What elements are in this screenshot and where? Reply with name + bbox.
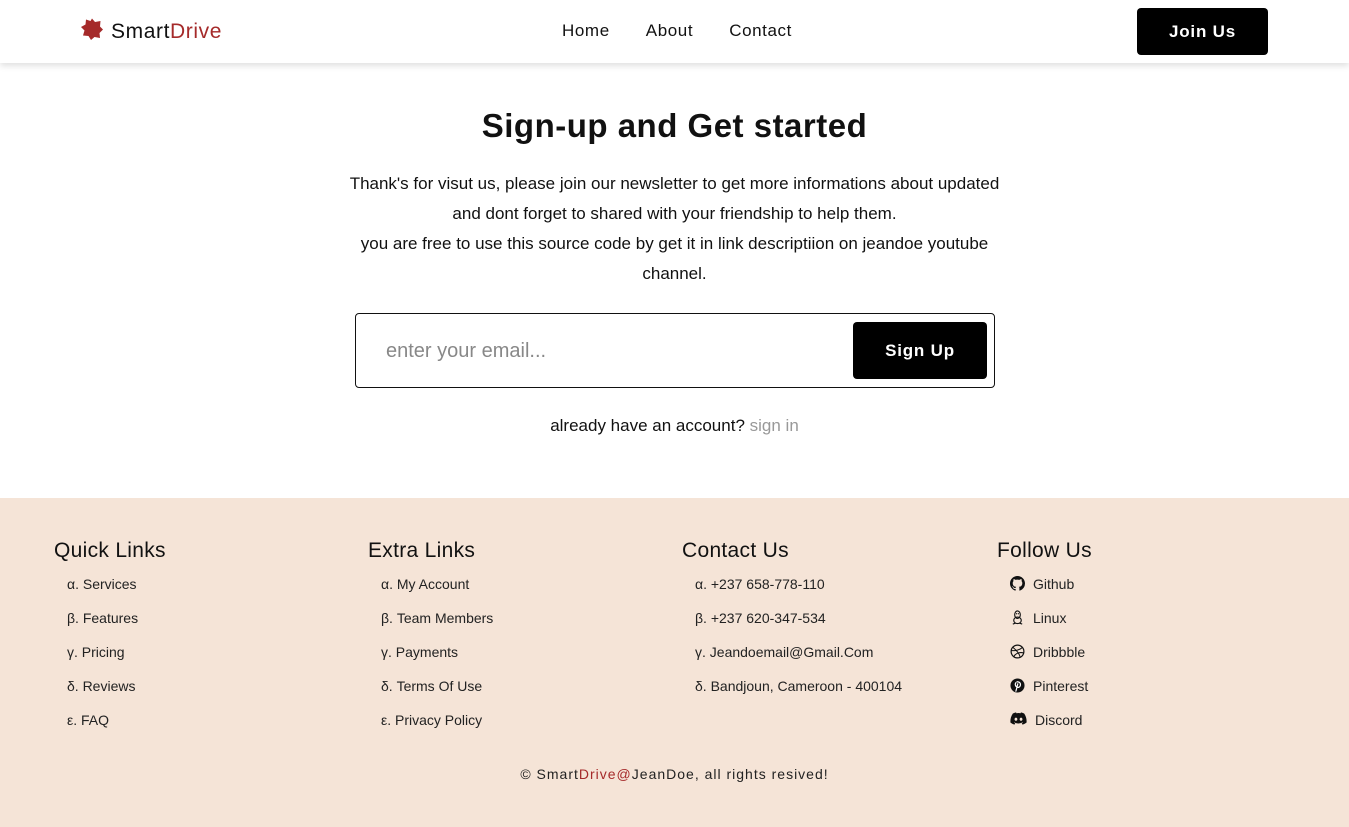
linux-icon — [1010, 610, 1026, 626]
main-nav: Home About Contact — [562, 21, 828, 41]
account-text: already have an account? — [550, 416, 745, 435]
follow-pinterest[interactable]: Pinterest — [1010, 678, 1092, 712]
follow-linux[interactable]: Linux — [1010, 610, 1092, 644]
follow-discord[interactable]: Discord — [1010, 712, 1092, 746]
contact-heading: Contact Us — [682, 539, 789, 562]
extra-link-payments[interactable]: γ. Payments — [381, 644, 493, 678]
nav-home[interactable]: Home — [562, 21, 610, 41]
extra-link-privacy[interactable]: ε. Privacy Policy — [381, 712, 493, 746]
description-line-1: Thank's for visut us, please join our ne… — [349, 174, 1000, 223]
join-us-button[interactable]: Join Us — [1137, 8, 1268, 55]
copyright: © SmartDrive@JeanDoe, all rights resived… — [0, 766, 1349, 782]
site-footer: Quick Links α. Services β. Features γ. P… — [0, 498, 1349, 827]
quick-links-heading: Quick Links — [54, 539, 166, 562]
extra-link-terms[interactable]: δ. Terms Of Use — [381, 678, 493, 712]
page-description: Thank's for visut us, please join our ne… — [349, 169, 1000, 289]
sign-in-link[interactable]: sign in — [750, 416, 799, 435]
follow-github-label: Github — [1033, 576, 1075, 592]
page-title: Sign-up and Get started — [481, 107, 868, 144]
extra-links-column: Extra Links α. My Account β. Team Member… — [368, 539, 493, 746]
quick-link-reviews[interactable]: δ. Reviews — [67, 678, 166, 712]
newsletter-form: Sign Up — [355, 313, 995, 388]
follow-heading: Follow Us — [997, 539, 1092, 562]
description-line-2: you are free to use this source code by … — [360, 234, 989, 283]
follow-dribbble-label: Dribbble — [1033, 644, 1086, 660]
quick-link-faq[interactable]: ε. FAQ — [67, 712, 166, 746]
contact-address: δ. Bandjoun, Cameroon - 400104 — [695, 678, 903, 694]
sign-up-button[interactable]: Sign Up — [853, 322, 987, 379]
pinterest-icon — [1010, 678, 1026, 694]
follow-column: Follow Us Github Linux Dribbble Pinteres… — [997, 539, 1092, 746]
copyright-prefix: © Smart — [520, 766, 579, 782]
logo-accent: Drive — [170, 19, 223, 43]
discord-icon — [1010, 712, 1028, 728]
email-input[interactable] — [376, 332, 826, 370]
extra-link-my-account[interactable]: α. My Account — [381, 576, 493, 610]
quick-link-services[interactable]: α. Services — [67, 576, 166, 610]
site-header: SmartDrive Home About Contact Join Us — [0, 0, 1349, 63]
copyright-suffix: JeanDoe, all rights resived! — [631, 766, 829, 782]
dribbble-icon — [1010, 644, 1026, 660]
follow-linux-label: Linux — [1033, 610, 1067, 626]
contact-email[interactable]: γ. Jeandoemail@Gmail.Com — [695, 644, 902, 678]
quick-link-features[interactable]: β. Features — [67, 610, 166, 644]
quick-link-pricing[interactable]: γ. Pricing — [67, 644, 166, 678]
extra-link-team-members[interactable]: β. Team Members — [381, 610, 493, 644]
quick-links-column: Quick Links α. Services β. Features γ. P… — [54, 539, 166, 746]
follow-dribbble[interactable]: Dribbble — [1010, 644, 1092, 678]
extra-links-heading: Extra Links — [368, 539, 476, 562]
nav-about[interactable]: About — [646, 21, 693, 41]
logo-prefix: Smart — [111, 19, 171, 43]
follow-pinterest-label: Pinterest — [1033, 678, 1089, 694]
github-icon — [1010, 576, 1026, 592]
signup-section: Sign-up and Get started Thank's for visu… — [0, 63, 1349, 498]
copyright-accent: Drive@ — [578, 766, 632, 782]
logo[interactable]: SmartDrive — [80, 17, 222, 46]
nav-contact[interactable]: Contact — [729, 21, 792, 41]
contact-column: Contact Us α. +237 658-778-110 β. +237 6… — [682, 539, 902, 712]
account-prompt: already have an account? sign in — [0, 416, 1349, 436]
logo-text: SmartDrive — [111, 20, 222, 44]
follow-github[interactable]: Github — [1010, 576, 1092, 610]
follow-discord-label: Discord — [1035, 712, 1083, 728]
contact-phone-1[interactable]: α. +237 658-778-110 — [695, 576, 902, 610]
gear-blob-icon — [80, 17, 111, 46]
contact-phone-2[interactable]: β. +237 620-347-534 — [695, 610, 902, 644]
